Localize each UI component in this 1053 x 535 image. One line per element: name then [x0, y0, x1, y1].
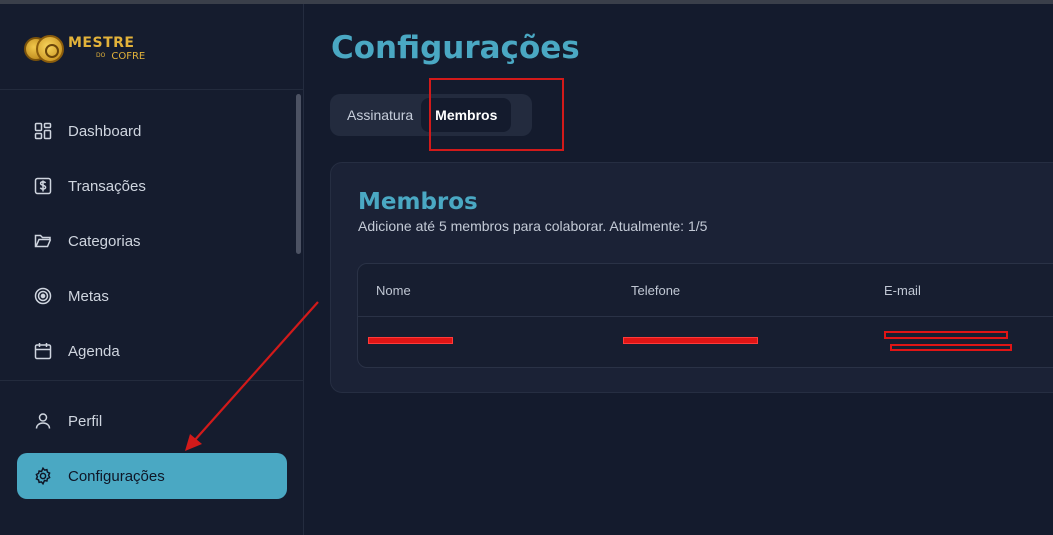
sidebar-item-agenda[interactable]: Agenda — [17, 328, 287, 374]
target-icon — [34, 287, 52, 305]
members-table: Nome Telefone E-mail — [357, 263, 1053, 368]
sidebar-item-label: Configurações — [68, 467, 165, 485]
redacted-phone — [623, 337, 758, 344]
folder-icon — [34, 232, 52, 250]
user-icon — [34, 412, 52, 430]
tab-assinatura[interactable]: Assinatura — [334, 98, 421, 132]
redacted-email — [884, 331, 1008, 339]
calendar-icon — [34, 342, 52, 360]
sidebar-item-label: Metas — [68, 287, 109, 305]
logo-small: DO — [96, 52, 106, 59]
members-card-title: Membros — [358, 189, 478, 215]
sidebar-scrollbar[interactable] — [296, 94, 301, 254]
column-header-nome: Nome — [376, 283, 411, 298]
sidebar-item-label: Dashboard — [68, 122, 142, 140]
dashboard-icon — [34, 122, 52, 140]
redacted-email-second — [890, 344, 1012, 351]
column-header-telefone: Telefone — [631, 283, 681, 298]
sidebar-item-label: Perfil — [68, 412, 103, 430]
redacted-name — [368, 337, 453, 344]
gear-icon — [34, 467, 52, 485]
logo-line2: COFRE — [111, 51, 146, 62]
sidebar-item-label: Agenda — [68, 342, 120, 360]
table-row-divider — [358, 316, 1053, 317]
sidebar: MESTRE DO COFRE Dashboard Transações Cat… — [0, 4, 304, 535]
coin-logo-icon — [24, 34, 64, 64]
sidebar-divider — [0, 380, 304, 381]
sidebar-item-dashboard[interactable]: Dashboard — [17, 108, 287, 154]
members-card: Membros Adicione até 5 membros para cola… — [330, 162, 1053, 393]
sidebar-item-metas[interactable]: Metas — [17, 273, 287, 319]
sidebar-item-configuracoes[interactable]: Configurações — [17, 453, 287, 499]
sidebar-item-label: Categorias — [68, 232, 141, 250]
column-header-email: E-mail — [884, 283, 921, 298]
sidebar-item-label: Transações — [68, 177, 146, 195]
annotation-highlight-box — [429, 78, 564, 151]
page-title: Configurações — [331, 30, 580, 66]
members-card-subtitle: Adicione até 5 membros para colaborar. A… — [358, 218, 708, 234]
dollar-receipt-icon — [34, 177, 52, 195]
sidebar-item-transacoes[interactable]: Transações — [17, 163, 287, 209]
sidebar-item-perfil[interactable]: Perfil — [17, 398, 287, 444]
sidebar-item-categorias[interactable]: Categorias — [17, 218, 287, 264]
app-logo[interactable]: MESTRE DO COFRE — [24, 32, 145, 66]
sidebar-divider — [0, 89, 304, 90]
logo-line1: MESTRE — [68, 35, 135, 51]
